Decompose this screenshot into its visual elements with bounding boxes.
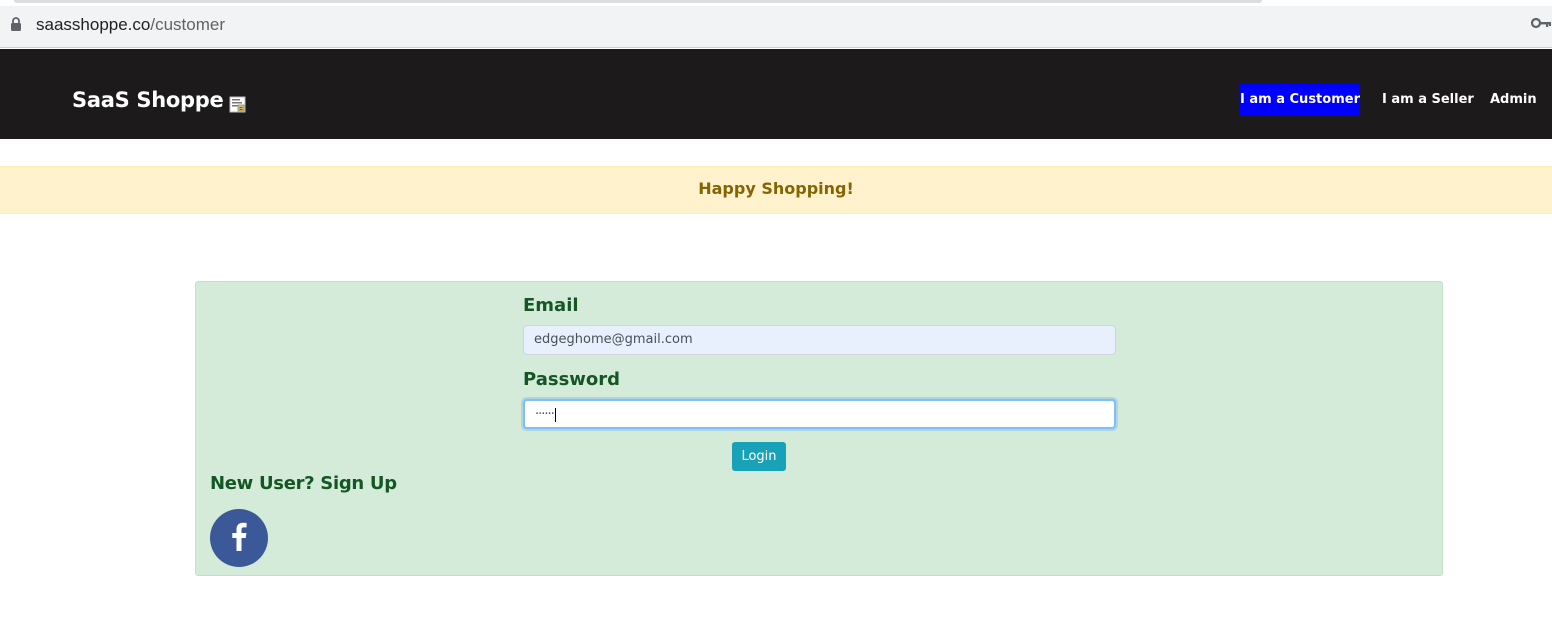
email-field[interactable]: edgeghome@gmail.com	[523, 325, 1116, 355]
nav-seller-link[interactable]: I am a Seller	[1382, 84, 1474, 116]
url-host: saasshoppe.co	[36, 15, 151, 34]
password-label: Password	[523, 369, 621, 390]
site-navbar: SaaS Shoppe I am a Customer I am a Selle…	[0, 49, 1552, 139]
password-mask: ······	[535, 407, 555, 422]
email-label: Email	[523, 295, 579, 316]
login-card: Email edgeghome@gmail.com Password ·····…	[195, 281, 1443, 576]
lock-icon[interactable]	[10, 16, 22, 32]
brand-name: SaaS Shoppe	[72, 88, 224, 112]
signup-link[interactable]: New User? Sign Up	[210, 472, 397, 496]
welcome-alert: Happy Shopping!	[0, 166, 1552, 214]
nav-admin-link[interactable]: Admin	[1490, 84, 1537, 116]
brand-link[interactable]: SaaS Shoppe	[72, 86, 246, 114]
browser-address-bar: saasshoppe.co/customer	[0, 0, 1552, 48]
key-icon[interactable]	[1530, 16, 1551, 30]
document-icon	[229, 92, 246, 112]
text-caret	[554, 407, 556, 422]
nav-customer-link[interactable]: I am a Customer	[1240, 84, 1360, 116]
login-button[interactable]: Login	[732, 442, 786, 471]
facebook-login-button[interactable]	[210, 509, 268, 567]
url-field[interactable]: saasshoppe.co/customer	[36, 14, 225, 36]
url-path: /customer	[150, 15, 226, 34]
active-tab-edge	[14, 0, 1262, 3]
password-field[interactable]: ······	[523, 399, 1116, 429]
facebook-icon	[229, 521, 249, 556]
